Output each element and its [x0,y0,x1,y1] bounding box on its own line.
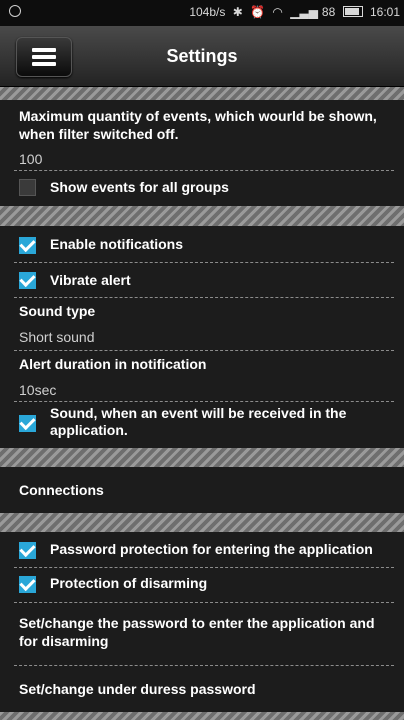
clock: 16:01 [369,5,400,19]
checkmark-icon [19,540,36,558]
alert-duration-label[interactable]: Alert duration in notification [19,356,206,372]
password-protection-label[interactable]: Password protection for entering the app… [50,541,373,557]
enable-notifications-checkbox[interactable] [19,235,36,254]
battery-icon [342,6,363,17]
checkmark-icon [19,574,36,592]
divider [14,401,394,402]
divider [14,297,394,298]
sound-type-value[interactable]: Short sound [19,329,95,345]
signal-icon: ▁▃▅ [290,5,318,19]
section-separator [0,513,404,532]
divider [14,602,394,603]
alert-duration-value[interactable]: 10sec [19,382,56,398]
section-separator [0,448,404,467]
section-separator [0,712,404,720]
signal-level: 88 [321,5,336,19]
security-section: Password protection for entering the app… [0,532,404,712]
divider [14,170,394,171]
max-events-value[interactable]: 100 [19,151,42,167]
sound-in-app-checkbox[interactable] [19,413,36,432]
wifi-icon: ◠ [272,5,283,19]
connections-item[interactable]: Connections [19,482,104,498]
duress-password-item[interactable]: Set/change under duress password [19,681,256,697]
section-separator [0,87,404,100]
password-protection-checkbox[interactable] [19,540,36,559]
disarm-protection-checkbox[interactable] [19,574,36,593]
connections-section: Connections [0,467,404,513]
notifications-section: Enable notifications Vibrate alert Sound… [0,226,404,448]
vibrate-alert-checkbox[interactable] [19,270,36,289]
divider [14,567,394,568]
divider [14,262,394,263]
notification-icon [9,5,21,17]
show-all-groups-checkbox[interactable] [19,179,36,196]
alarm-icon: ⏰ [250,5,266,19]
sound-in-app-label[interactable]: Sound, when an event will be received in… [50,405,370,439]
disarm-protection-label[interactable]: Protection of disarming [50,575,207,591]
status-bar: 104b/s ✱ ⏰ ◠ ▁▃▅ 88 16:01 [0,0,404,26]
vibrate-alert-label[interactable]: Vibrate alert [50,272,131,288]
divider [14,665,394,666]
enable-notifications-label[interactable]: Enable notifications [50,236,183,252]
sound-type-label[interactable]: Sound type [19,303,95,319]
divider [14,350,394,351]
show-all-groups-label[interactable]: Show events for all groups [50,179,229,195]
events-section: Maximum quantity of events, which wourld… [0,100,404,204]
page-title: Settings [166,46,238,66]
status-right: 104b/s ✱ ⏰ ◠ ▁▃▅ 88 16:01 [185,5,400,19]
checkmark-icon [19,413,36,431]
set-password-item[interactable]: Set/change the password to enter the app… [19,614,397,650]
network-speed: 104b/s [189,5,226,19]
checkmark-icon [19,270,36,288]
bluetooth-icon: ✱ [232,5,243,19]
checkmark-icon [19,235,36,253]
max-events-label[interactable]: Maximum quantity of events, which wourld… [19,107,397,143]
app-bar: Settings [0,26,404,87]
section-separator [0,206,404,226]
